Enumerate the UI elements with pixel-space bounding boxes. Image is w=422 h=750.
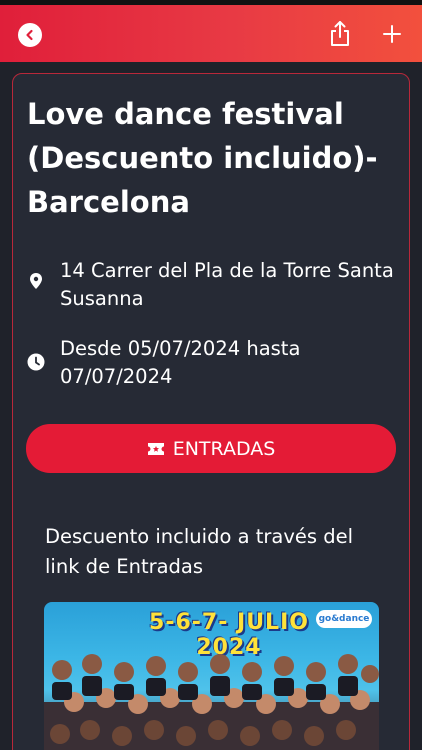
tickets-button[interactable]: ENTRADAS	[26, 424, 396, 473]
ticket-icon	[147, 442, 164, 455]
back-button[interactable]	[18, 23, 42, 47]
top-app-bar	[0, 5, 422, 62]
location-pin-icon	[30, 273, 42, 289]
event-description: Descuento incluido a través del link de …	[45, 525, 354, 578]
tickets-button-label: ENTRADAS	[172, 437, 276, 460]
poster-crowd-illustration	[44, 654, 379, 750]
poster-logo: go&dance	[316, 610, 372, 628]
event-poster-image[interactable]: 5-6-7- JULIO 2024 go&dance	[44, 602, 379, 750]
event-title: Love dance festival (Descuento incluido)…	[27, 97, 378, 219]
add-button[interactable]	[381, 23, 403, 45]
share-icon	[331, 21, 349, 46]
share-button[interactable]	[327, 19, 353, 49]
event-address: 14 Carrer del Pla de la Torre Santa Susa…	[60, 259, 394, 310]
chevron-left-icon	[26, 29, 33, 41]
plus-icon	[383, 25, 401, 43]
clock-icon	[27, 353, 45, 371]
event-dates: Desde 05/07/2024 hasta 07/07/2024	[60, 337, 301, 388]
